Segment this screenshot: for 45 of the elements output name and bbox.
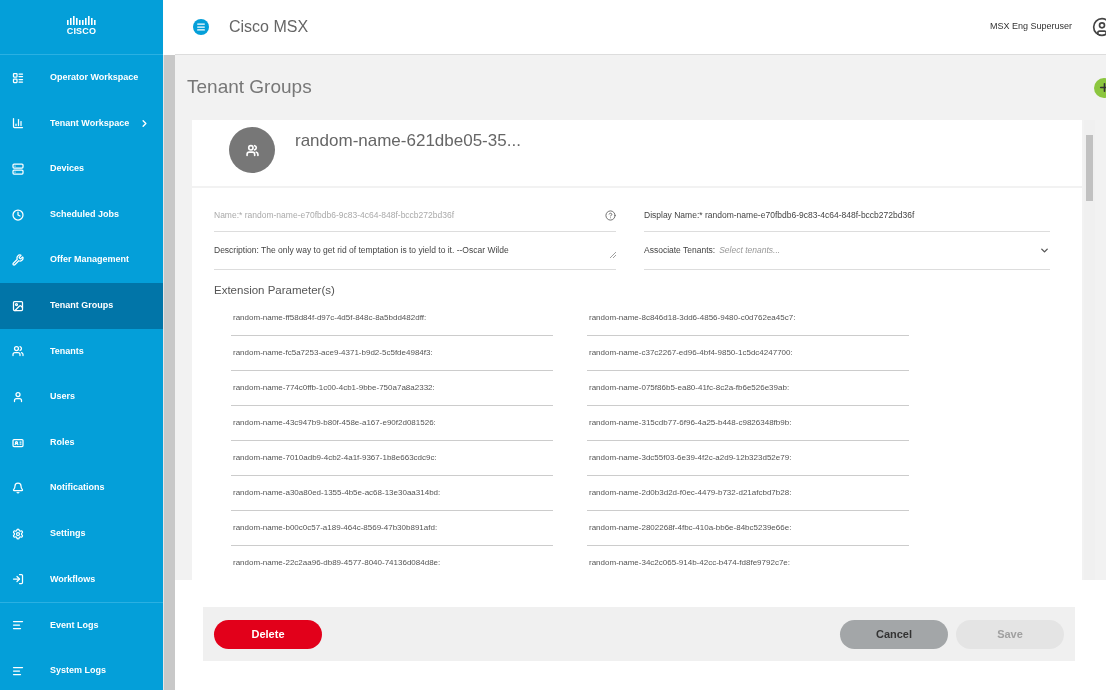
parameter-field[interactable]: random-name-315cdb77-6f96-4a25-b448-c9826348fb9b: (587, 406, 909, 442)
parameter-field[interactable]: random-name-3dc55f03-6e39-4f2c-a2d9-12b323d52e79: (587, 441, 909, 477)
parameter-field[interactable]: random-name-7010adb9-4cb2-4a1f-9367-1b8e663cdc9c: (231, 441, 553, 477)
page-title: Tenant Groups (187, 75, 312, 100)
people-icon (12, 345, 24, 358)
parameter-field[interactable]: random-name-774c0ffb-1c00-4cb1-9bbe-750a7a8a2332: (231, 371, 553, 407)
parameter-field[interactable]: random-name-a30a80ed-1355-4b5e-ac68-13e30aa314bd: (231, 476, 553, 512)
scrollbar[interactable] (163, 55, 175, 690)
wrench-icon (12, 254, 24, 267)
resize-handle-icon[interactable] (610, 251, 616, 258)
menu-icon[interactable] (193, 19, 209, 35)
app-title: Cisco MSX (229, 17, 309, 37)
parameter-field[interactable]: random-name-43c947b9-b80f-458e-a167-e90f2d081526: (231, 406, 553, 442)
parameter-field[interactable]: random-name-c37c2267-ed96-4bf4-9850-1c5dc4247700: (587, 336, 909, 372)
parameter-field[interactable]: random-name-fc5a7253-ace9-4371-b9d2-5c5fde4984f3: (231, 336, 553, 372)
parameter-field[interactable]: random-name-b00c0c57-a189-464c-8569-47b30b891afd: (231, 511, 553, 547)
bell-icon (12, 482, 24, 495)
sidebar-item[interactable]: Tenant Groups (0, 282, 163, 329)
id-card-icon (12, 436, 24, 449)
image-icon (12, 299, 24, 312)
clock-icon (12, 208, 24, 221)
lines-icon (12, 664, 24, 677)
logo-bars-icon (66, 15, 97, 25)
parameter-field[interactable]: random-name-8c846d18-3dd6-4856-9480-c0d762ea45c7: (587, 301, 909, 337)
list-icon (12, 71, 24, 84)
cancel-button[interactable]: Cancel (840, 619, 948, 649)
parameter-field[interactable]: random-name-ff58d84f-d97c-4d5f-848c-8a5bdd482dff: (231, 301, 553, 337)
settings-icon (12, 527, 24, 540)
login-icon (12, 573, 24, 586)
user-avatar-icon[interactable] (1092, 17, 1106, 37)
section-title: Extension Parameter(s) (214, 283, 336, 298)
server-icon (12, 163, 24, 175)
bar-chart-icon (12, 117, 24, 130)
user-name[interactable]: MSX Eng Superuser (989, 20, 1072, 34)
delete-button[interactable]: Delete (214, 619, 322, 649)
description-field[interactable]: Description: The only way to get rid of temptation is to yield to it. --Oscar Wilde (214, 232, 616, 270)
lines-icon (12, 619, 24, 632)
parameter-field[interactable]: random-name-075f86b5-ea80-41fc-8c2a-fb6e526e39ab: (587, 371, 909, 407)
parameter-field[interactable]: random-name-2802268f-4fbc-410a-bb6e-84bc5239e66e: (587, 511, 909, 547)
display-name-field[interactable]: Display Name:* random-name-e70fbdb6-9c83-4c64-848f-bccb272bd36f (644, 200, 1050, 232)
group-avatar-icon (229, 127, 275, 173)
associate-tenants-dropdown[interactable]: Associate Tenants: Select tenants... (644, 232, 1050, 270)
group-name: random-name-621dbe05-35... (295, 130, 521, 153)
person-icon (12, 390, 24, 403)
parameter-field[interactable]: random-name-2d0b3d2d-f0ec-4479-b732-d21afcbd7b28: (587, 476, 909, 512)
